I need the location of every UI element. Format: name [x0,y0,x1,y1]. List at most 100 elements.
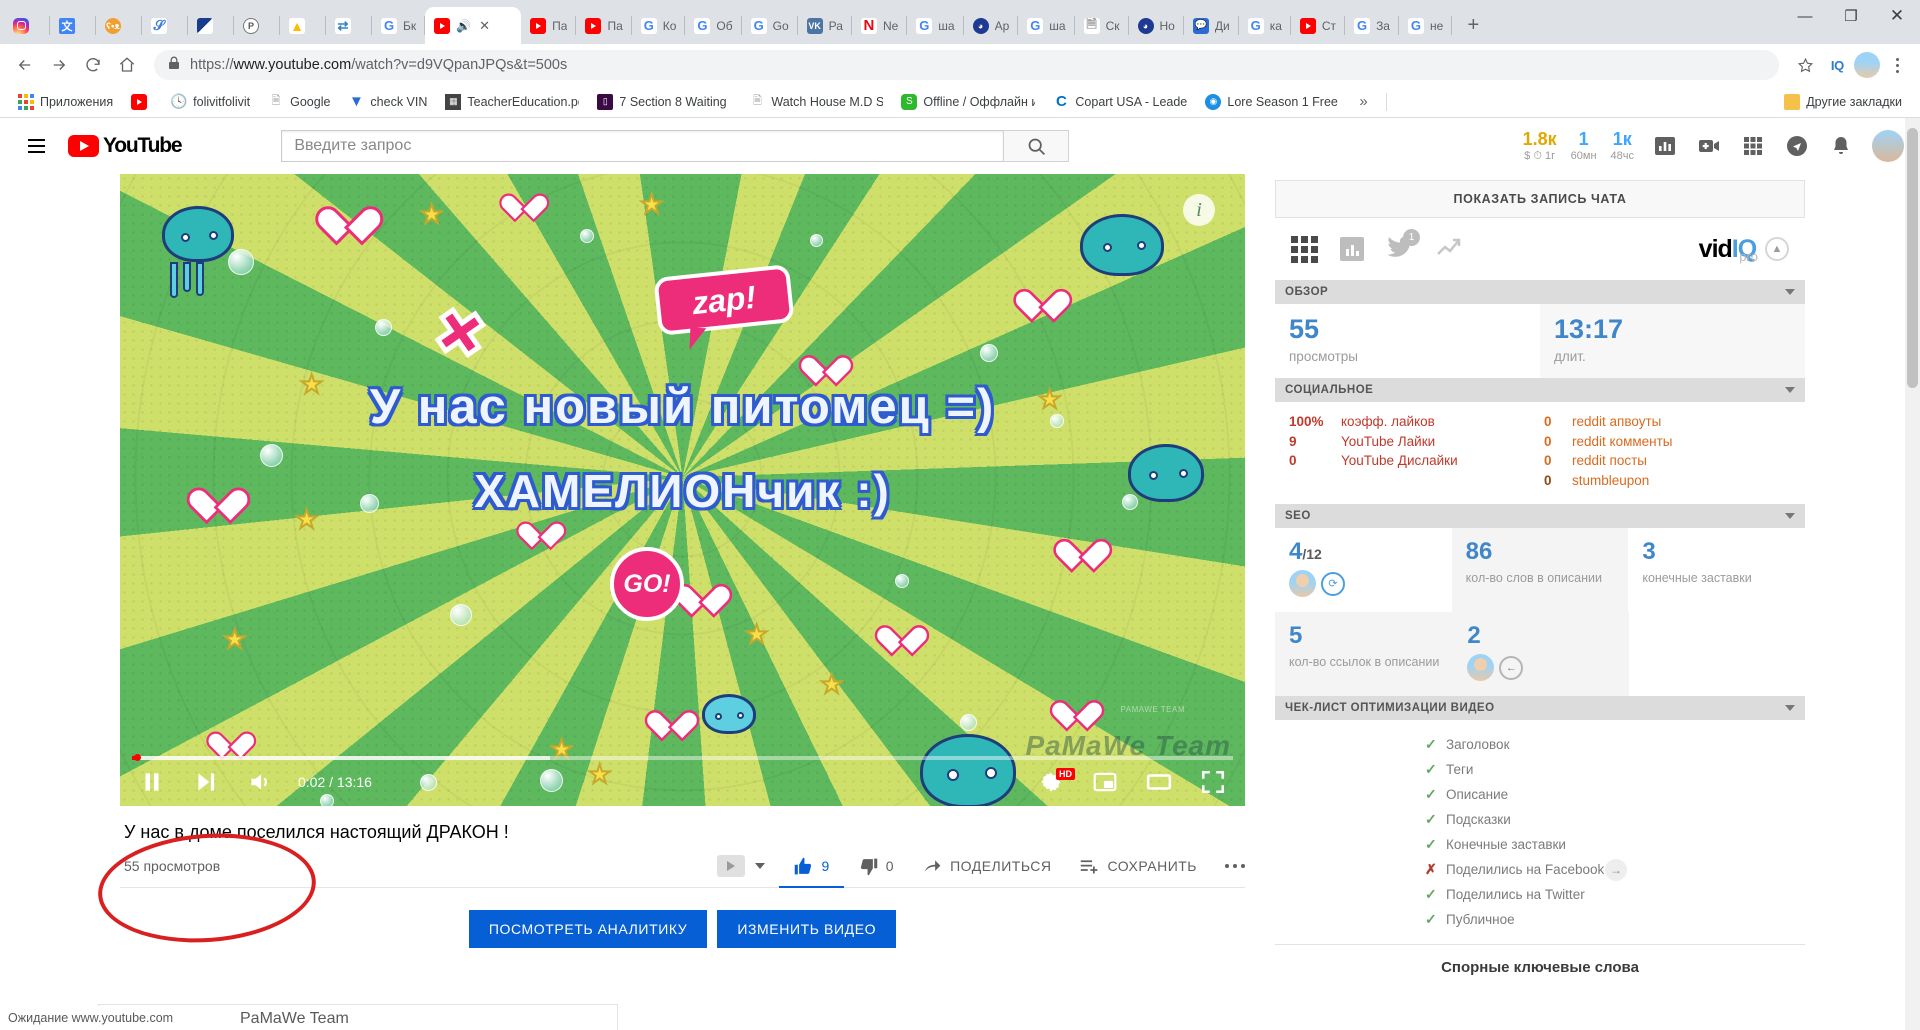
bookmark-star-icon[interactable] [1791,50,1821,80]
scrollbar-thumb[interactable] [1907,128,1918,388]
next-video-button[interactable] [188,764,224,800]
subscribe-person-icon[interactable]: ← [1499,655,1524,680]
browser-tab[interactable]: G ша [907,7,964,44]
like-button[interactable]: 9 [779,856,845,888]
chevron-down-icon[interactable] [1785,513,1795,520]
chevron-down-icon[interactable] [1785,387,1795,393]
browser-tab[interactable]: Па [521,7,577,44]
browser-tab[interactable]: 🗎 Ск [1075,7,1129,44]
browser-tab[interactable]: P [234,7,280,44]
section-header-seo[interactable]: SEO [1275,504,1805,529]
browser-tab[interactable] [4,7,50,44]
search-input[interactable]: Введите запрос [281,130,1004,162]
home-icon[interactable] [112,50,142,80]
bookmarks-overflow-button[interactable]: » [1349,93,1377,110]
channel-name[interactable]: PaMaWe Team [240,1010,349,1028]
close-button[interactable]: ✕ [1874,0,1920,32]
tab-close-icon[interactable]: ✕ [479,18,490,34]
back-icon[interactable] [10,50,40,80]
section-header-overview[interactable]: ОБЗОР [1275,280,1805,304]
bookmark-item[interactable]: 🗎 Watch House M.D S0 [741,91,891,113]
twitter-icon[interactable]: 1 [1386,228,1420,264]
fullscreen-button[interactable] [1195,764,1231,800]
bookmark-item[interactable]: ▦ TeacherEducation.pd [437,91,587,113]
browser-tab[interactable]: Па [576,7,633,44]
show-chat-replay-button[interactable]: ПОКАЗАТЬ ЗАПИСЬ ЧАТА [1275,180,1805,218]
pause-button[interactable] [134,764,170,800]
browser-tab[interactable]: G Go [742,7,798,44]
new-tab-button[interactable]: + [1458,10,1488,40]
trend-line-icon[interactable] [1436,236,1466,263]
maximize-button[interactable]: ❐ [1828,0,1874,32]
more-actions-button[interactable] [1225,864,1245,868]
bookmark-item[interactable]: ◉ Lore Season 1 Free Se [1197,91,1347,113]
dislike-button[interactable]: 0 [858,856,894,877]
youtube-logo[interactable]: YouTube [68,134,183,158]
volume-button[interactable] [242,764,278,800]
info-icon[interactable]: i [1183,194,1215,226]
browser-tab[interactable]: ◕ Ар [964,7,1019,44]
vidiq-extension-icon[interactable]: IQ [1825,58,1850,73]
chrome-menu-icon[interactable] [1884,57,1910,73]
search-button[interactable] [1003,130,1070,162]
settings-gear-icon[interactable]: HD [1033,764,1075,800]
link-refresh-icon[interactable]: ⟳ [1321,571,1345,596]
theater-mode-button[interactable] [1141,764,1177,800]
browser-tab[interactable]: G За [1345,7,1399,44]
browser-tab[interactable]: ⇄ [326,7,372,44]
browser-tab[interactable]: G не [1399,7,1453,44]
bookmark-item[interactable]: 🕓 folivitfolivit [163,91,258,113]
progress-handle[interactable] [134,754,141,761]
browser-tab[interactable]: VK Ра [798,7,853,44]
bookmark-item[interactable]: Приложения [10,91,121,113]
share-button[interactable]: ПОДЕЛИТЬСЯ [922,856,1051,877]
chevron-up-icon[interactable]: ▲ [1765,237,1789,261]
browser-tab[interactable]: ʕ•ᴥ [96,7,142,44]
notifications-icon[interactable] [1828,133,1854,159]
analytics-icon[interactable] [1652,133,1678,159]
section-header-checklist[interactable]: ЧЕК-ЛИСТ ОПТИМИЗАЦИИ ВИДЕО [1275,696,1805,721]
bar-chart-icon[interactable] [1340,237,1364,261]
bookmark-item[interactable]: S Offline / Оффлайн и [893,91,1043,113]
tab-audio-icon[interactable]: 🔊 [456,19,471,33]
page-scrollbar[interactable] [1905,118,1920,1030]
create-video-icon[interactable] [1696,133,1722,159]
apps-icon[interactable] [1740,133,1766,159]
arrow-right-icon[interactable]: → [1605,858,1627,881]
share-preview-icon[interactable] [717,855,746,877]
menu-hamburger-icon[interactable] [16,126,56,166]
video-player[interactable]: ★ ★ ★ ★ ★ ★ ★ ★ ★ ★ ✖ zap! GO! У нас нов… [120,174,1245,806]
bookmark-item[interactable]: 🗎 Google [260,91,338,113]
browser-tab[interactable] [188,7,234,44]
bookmark-item[interactable]: C Copart USA - Leader i [1045,91,1195,113]
minimize-button[interactable]: — [1782,0,1828,32]
bookmark-item[interactable]: ▯ 7 Section 8 Waiting Li [589,91,739,113]
browser-tab[interactable]: 💬 Ди [1184,7,1239,44]
browser-tab[interactable]: N Ne [852,7,908,44]
profile-avatar[interactable] [1854,52,1880,78]
address-bar[interactable]: https://www.youtube.com/watch?v=d9VQpanJ… [154,50,1779,80]
browser-tab[interactable]: G Об [685,7,742,44]
browser-tab[interactable]: ◕ Но [1129,7,1185,44]
account-avatar[interactable] [1872,129,1904,162]
share-icon[interactable] [1784,133,1810,159]
forward-icon[interactable] [44,50,74,80]
view-analytics-button[interactable]: ПОСМОТРЕТЬ АНАЛИТИКУ [468,910,708,948]
browser-tab[interactable]: 𝒮 [142,7,188,44]
browser-tab[interactable]: G Бк [372,7,426,44]
browser-tab-active[interactable]: 🔊 ✕ [425,7,522,44]
bookmark-item[interactable] [123,91,161,113]
browser-tab[interactable]: G Ко [632,7,686,44]
save-button[interactable]: СОХРАНИТЬ [1079,856,1197,877]
browser-tab[interactable]: Ст [1291,7,1346,44]
grid-view-icon[interactable] [1291,235,1318,263]
bookmark-item[interactable]: ▼ check VIN [340,91,435,113]
other-bookmarks-button[interactable]: Другие закладки [1776,91,1910,113]
browser-tab[interactable]: G ка [1239,7,1292,44]
reload-icon[interactable] [78,50,108,80]
chevron-down-icon[interactable] [1785,705,1795,712]
browser-tab[interactable]: G ша [1018,7,1075,44]
chevron-down-icon[interactable] [755,863,766,869]
section-header-social[interactable]: СОЦИАЛЬНОЕ [1275,378,1805,402]
miniplayer-button[interactable] [1087,764,1123,800]
